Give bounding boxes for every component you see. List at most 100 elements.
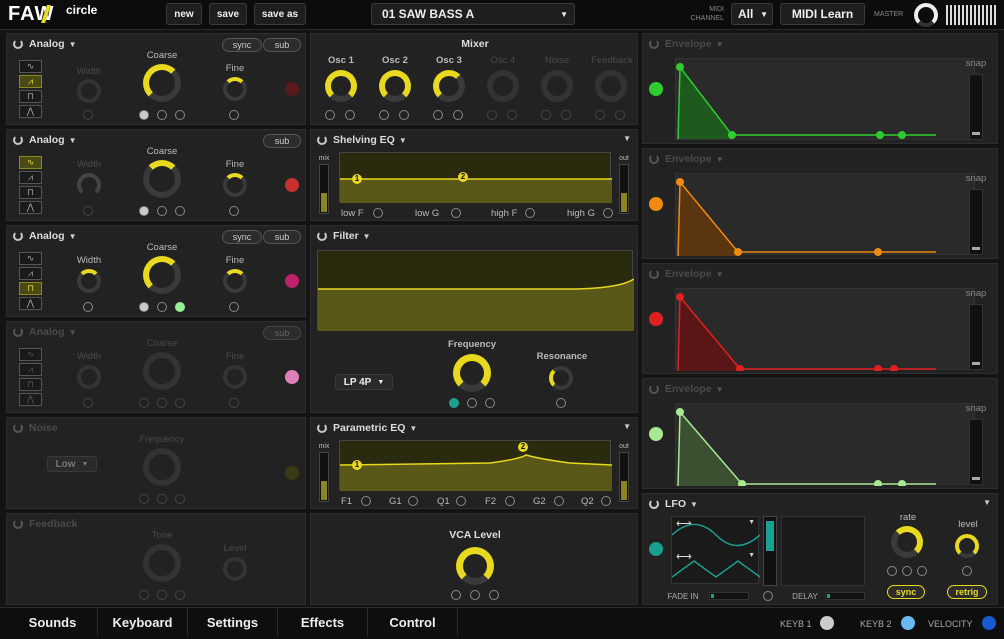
sine-wave-button[interactable]: ∿ xyxy=(19,156,42,169)
tab-control[interactable]: Control xyxy=(368,608,458,636)
mod-slot[interactable] xyxy=(325,110,335,120)
envelope3-snap-slider[interactable] xyxy=(969,304,983,370)
envelope4-title[interactable]: Envelope ▼ xyxy=(665,383,724,395)
envelope2-snap-slider[interactable] xyxy=(969,189,983,255)
mod-slot[interactable] xyxy=(615,110,625,120)
power-icon[interactable] xyxy=(317,231,327,241)
preset-selector[interactable]: 01 SAW BASS A ▼ xyxy=(371,3,575,25)
mod-slot[interactable] xyxy=(456,496,466,506)
filter-frequency-knob[interactable] xyxy=(453,354,491,392)
mod-slot[interactable] xyxy=(902,566,912,576)
eq-handle-1[interactable]: 1 xyxy=(352,460,362,470)
sub-button[interactable]: sub xyxy=(263,38,301,52)
keyb2-indicator[interactable] xyxy=(901,616,915,630)
mod-slot[interactable] xyxy=(175,590,185,600)
mod-slot[interactable] xyxy=(373,208,383,218)
mod-slot[interactable] xyxy=(379,110,389,120)
width-knob[interactable] xyxy=(77,173,101,197)
mod-slot[interactable] xyxy=(83,302,93,312)
filter-type-select[interactable]: LP 4P ▼ xyxy=(335,374,393,390)
mod-slot[interactable] xyxy=(561,110,571,120)
mod-slot[interactable] xyxy=(505,496,515,506)
mod-slot[interactable] xyxy=(229,398,239,408)
triangle-wave-button[interactable]: ⋀ xyxy=(19,201,42,214)
mod-slot[interactable] xyxy=(139,398,149,408)
level-knob[interactable] xyxy=(223,557,247,581)
width-knob[interactable] xyxy=(77,365,101,389)
resonance-knob[interactable] xyxy=(549,366,573,390)
tab-effects[interactable]: Effects xyxy=(278,608,368,636)
power-icon[interactable] xyxy=(649,269,659,279)
sine-wave-button[interactable]: ∿ xyxy=(19,348,42,361)
envelope4-snap-slider[interactable] xyxy=(969,419,983,485)
mod-slot[interactable] xyxy=(229,110,239,120)
envelope2-graph[interactable] xyxy=(675,173,975,256)
coarse-knob[interactable] xyxy=(143,160,181,198)
envelope1-snap-slider[interactable] xyxy=(969,74,983,140)
mod-slot[interactable] xyxy=(595,110,605,120)
chevron-down-icon[interactable]: ▼ xyxy=(983,498,991,507)
filter-response-graph[interactable] xyxy=(317,250,634,331)
sine-wave-button[interactable]: ∿ xyxy=(19,60,42,73)
coarse-knob[interactable] xyxy=(143,352,181,390)
power-icon[interactable] xyxy=(13,135,23,145)
mod-slot[interactable] xyxy=(603,208,613,218)
power-icon[interactable] xyxy=(649,384,659,394)
lfo-retrig-button[interactable]: retrig xyxy=(947,585,987,599)
mod-slot[interactable] xyxy=(433,110,443,120)
fine-knob[interactable] xyxy=(223,173,247,197)
tab-settings[interactable]: Settings xyxy=(188,608,278,636)
triangle-wave-button[interactable]: ⋀ xyxy=(19,297,42,310)
midi-channel-select[interactable]: All ▼ xyxy=(731,3,773,25)
coarse-knob[interactable] xyxy=(143,64,181,102)
mix-meter[interactable] xyxy=(319,164,329,214)
mod-slot[interactable] xyxy=(470,590,480,600)
envelope1-title[interactable]: Envelope ▼ xyxy=(665,38,724,50)
delay-slider[interactable] xyxy=(825,592,865,600)
mod-slot[interactable] xyxy=(887,566,897,576)
sub-button[interactable]: sub xyxy=(263,134,301,148)
tone-knob[interactable] xyxy=(143,544,181,582)
sync-button[interactable]: sync xyxy=(222,38,262,52)
power-icon[interactable] xyxy=(13,231,23,241)
mod-slot[interactable] xyxy=(139,494,149,504)
mod-slot[interactable] xyxy=(83,206,93,216)
mod-slot[interactable] xyxy=(157,110,167,120)
square-wave-button[interactable]: ⊓ xyxy=(19,90,42,103)
mod-slot[interactable] xyxy=(83,110,93,120)
coarse-knob[interactable] xyxy=(143,256,181,294)
tab-sounds[interactable]: Sounds xyxy=(8,608,98,636)
square-wave-button[interactable]: ⊓ xyxy=(19,378,42,391)
mod-slot[interactable] xyxy=(175,302,185,312)
triangle-wave-button[interactable]: ⋀ xyxy=(19,393,42,406)
power-icon[interactable] xyxy=(317,423,327,433)
power-icon[interactable] xyxy=(13,423,23,433)
new-button[interactable]: new xyxy=(166,3,202,25)
mod-slot[interactable] xyxy=(175,494,185,504)
mod-slot[interactable] xyxy=(453,110,463,120)
power-icon[interactable] xyxy=(13,39,23,49)
mixer-osc2-knob[interactable] xyxy=(379,70,411,102)
mod-slot[interactable] xyxy=(449,398,459,408)
save-button[interactable]: save xyxy=(209,3,247,25)
sync-button[interactable]: sync xyxy=(222,230,262,244)
mod-slot[interactable] xyxy=(157,590,167,600)
mod-slot[interactable] xyxy=(175,110,185,120)
mod-slot[interactable] xyxy=(157,398,167,408)
power-icon[interactable] xyxy=(649,39,659,49)
mod-slot[interactable] xyxy=(451,590,461,600)
mod-slot[interactable] xyxy=(229,302,239,312)
width-knob[interactable] xyxy=(77,79,101,103)
osc2-title[interactable]: Analog ▼ xyxy=(29,134,77,146)
square-wave-button[interactable]: ⊓ xyxy=(19,282,42,295)
out-meter[interactable] xyxy=(619,164,629,214)
mod-slot[interactable] xyxy=(763,591,773,601)
width-knob[interactable] xyxy=(77,269,101,293)
lfo-level-knob[interactable] xyxy=(955,534,979,558)
mod-slot[interactable] xyxy=(556,398,566,408)
vca-level-knob[interactable] xyxy=(456,547,494,585)
mod-slot[interactable] xyxy=(451,208,461,218)
mod-slot[interactable] xyxy=(157,206,167,216)
mod-slot[interactable] xyxy=(489,590,499,600)
osc1-title[interactable]: Analog ▼ xyxy=(29,38,77,50)
